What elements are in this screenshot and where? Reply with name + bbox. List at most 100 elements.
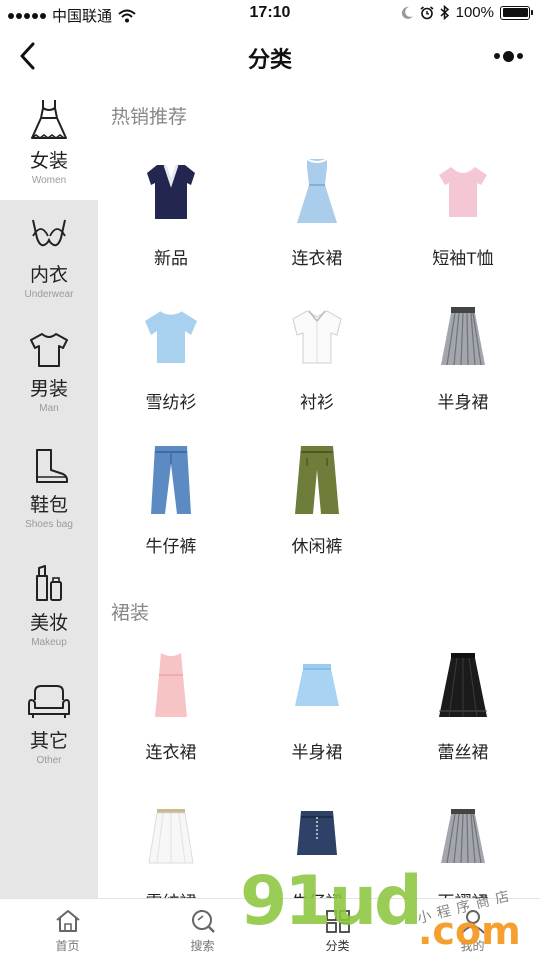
product-category-item[interactable]: 休闲裤: [244, 442, 390, 582]
blue-dress-icon: [297, 158, 337, 223]
sidebar-item-makeup[interactable]: 美妆 Makeup: [0, 552, 98, 666]
sidebar-item-label: 其它: [29, 731, 68, 752]
carrier-label: 中国联通: [52, 8, 113, 25]
bra-icon: [32, 219, 66, 247]
product-category-item[interactable]: 衬衫: [244, 298, 390, 438]
sidebar-item-sublabel: Women: [31, 175, 67, 186]
product-category-item[interactable]: 新品: [98, 154, 244, 294]
product-category-label: 短袖T恤: [432, 249, 494, 268]
tab-label: 搜索: [190, 939, 215, 953]
sidebar-item-label: 美妆: [29, 613, 68, 634]
product-category-label: 新品: [154, 249, 188, 268]
bluetooth-icon: [440, 5, 449, 20]
category-sidebar: 女装 Women 内衣 Underwear 男装 Man 鞋包 Shoes ba…: [0, 86, 98, 898]
vneck-top-icon: [147, 164, 195, 219]
blue-skirt-icon: [295, 664, 339, 706]
pink-dress-icon: [155, 653, 187, 717]
pleated-skirt-icon: [441, 809, 485, 864]
user-icon: [460, 910, 485, 934]
product-category-item[interactable]: 半身裙: [390, 298, 536, 438]
sidebar-item-sublabel: Underwear: [24, 289, 74, 300]
category-icon: [325, 910, 350, 933]
boot-icon: [36, 449, 68, 483]
product-category-label: 雪纺裙: [98, 888, 244, 898]
product-category-item[interactable]: 雪纺裙: [98, 798, 244, 898]
status-left: 中国联通: [8, 5, 136, 26]
status-bar: 中国联通 17:10 100%: [0, 0, 540, 28]
battery-percent: 100%: [455, 4, 494, 21]
pleated-skirt-icon: [441, 307, 485, 366]
sidebar-item-man[interactable]: 男装 Man: [0, 318, 98, 432]
tab-search[interactable]: 搜索: [135, 899, 270, 960]
product-category-item[interactable]: 牛仔裙: [244, 798, 390, 898]
product-category-item[interactable]: 半身裙: [244, 648, 390, 788]
sidebar-item-shoes-bag[interactable]: 鞋包 Shoes bag: [0, 434, 98, 548]
product-category-item[interactable]: 牛仔裤: [98, 442, 244, 582]
tab-label: 我的: [460, 939, 485, 953]
tab-category[interactable]: 分类: [270, 899, 405, 960]
product-category-label: 半身裙: [291, 743, 343, 762]
product-category-item[interactable]: 百褶裙: [390, 798, 536, 898]
sidebar-item-sublabel: Makeup: [31, 637, 67, 648]
product-category-label: 百褶裙: [390, 888, 536, 898]
wifi-icon: [118, 9, 136, 22]
dress-icon: [31, 100, 67, 139]
product-category-label: 牛仔裙: [244, 888, 390, 898]
category-content: 热销推荐 新品 连衣裙 短袖T恤 雪纺衫 衬衫 半身裙 牛仔裤 休闲裤 裙装 连…: [98, 86, 540, 898]
product-category-item[interactable]: 蕾丝裙: [390, 648, 536, 788]
white-skirt-icon: [148, 809, 194, 864]
product-category-label: 雪纺衫: [145, 393, 197, 412]
more-dots-icon: [493, 53, 500, 59]
moon-icon: [401, 6, 413, 19]
sidebar-item-sublabel: Shoes bag: [25, 519, 73, 530]
page-title: 分类: [247, 47, 292, 72]
product-category-item[interactable]: 短袖T恤: [390, 154, 536, 294]
sidebar-item-label: 女装: [29, 151, 68, 172]
back-button[interactable]: [10, 38, 46, 74]
product-category-label: 衬衫: [300, 393, 334, 412]
battery-icon: [500, 5, 533, 20]
chiffon-blouse-icon: [145, 310, 197, 363]
nav-bar: 分类: [0, 28, 540, 84]
pink-tee-icon: [439, 167, 487, 217]
tab-label: 分类: [325, 939, 350, 953]
alarm-icon: [420, 5, 434, 19]
sidebar-item-sublabel: Other: [36, 755, 62, 766]
product-category-item[interactable]: 连衣裙: [244, 154, 390, 294]
product-category-item[interactable]: 连衣裙: [98, 648, 244, 788]
chevron-left-icon: [20, 42, 35, 70]
product-category-label: 休闲裤: [291, 537, 343, 556]
lace-skirt-icon: [439, 653, 487, 718]
sidebar-item-other[interactable]: 其它 Other: [0, 670, 98, 784]
search-icon: [191, 910, 215, 933]
sidebar-item-label: 内衣: [29, 265, 68, 286]
casual-pants-icon: [295, 446, 339, 514]
battery-fill: [502, 8, 528, 17]
sofa-icon: [28, 685, 70, 718]
tab-mine[interactable]: 我的: [405, 899, 540, 960]
lipstick-icon: [36, 565, 62, 601]
denim-skirt-icon: [297, 811, 337, 855]
product-category-label: 蕾丝裙: [437, 743, 489, 762]
white-shirt-icon: [292, 310, 342, 364]
jeans-icon: [151, 446, 191, 514]
section-title: 裙装: [111, 603, 150, 624]
tab-home[interactable]: 首页: [0, 899, 135, 960]
product-category-label: 连衣裙: [145, 743, 197, 762]
tshirt-icon: [30, 333, 68, 367]
tab-label: 首页: [55, 939, 80, 953]
signal-icon: [8, 12, 46, 19]
tab-bar: 首页 搜索 分类 我的: [0, 898, 540, 960]
sidebar-item-label: 男装: [29, 379, 68, 400]
sidebar-item-label: 鞋包: [29, 495, 68, 516]
more-button[interactable]: [488, 44, 528, 68]
product-category-label: 半身裙: [437, 393, 489, 412]
product-category-item[interactable]: 雪纺衫: [98, 298, 244, 438]
home-icon: [55, 910, 80, 932]
product-category-label: 连衣裙: [291, 249, 343, 268]
sidebar-item-sublabel: Man: [39, 403, 59, 414]
status-right: 100%: [400, 4, 533, 21]
sidebar-item-women[interactable]: 女装 Women: [0, 86, 98, 200]
product-category-label: 牛仔裤: [145, 537, 197, 556]
sidebar-item-underwear[interactable]: 内衣 Underwear: [0, 204, 98, 318]
